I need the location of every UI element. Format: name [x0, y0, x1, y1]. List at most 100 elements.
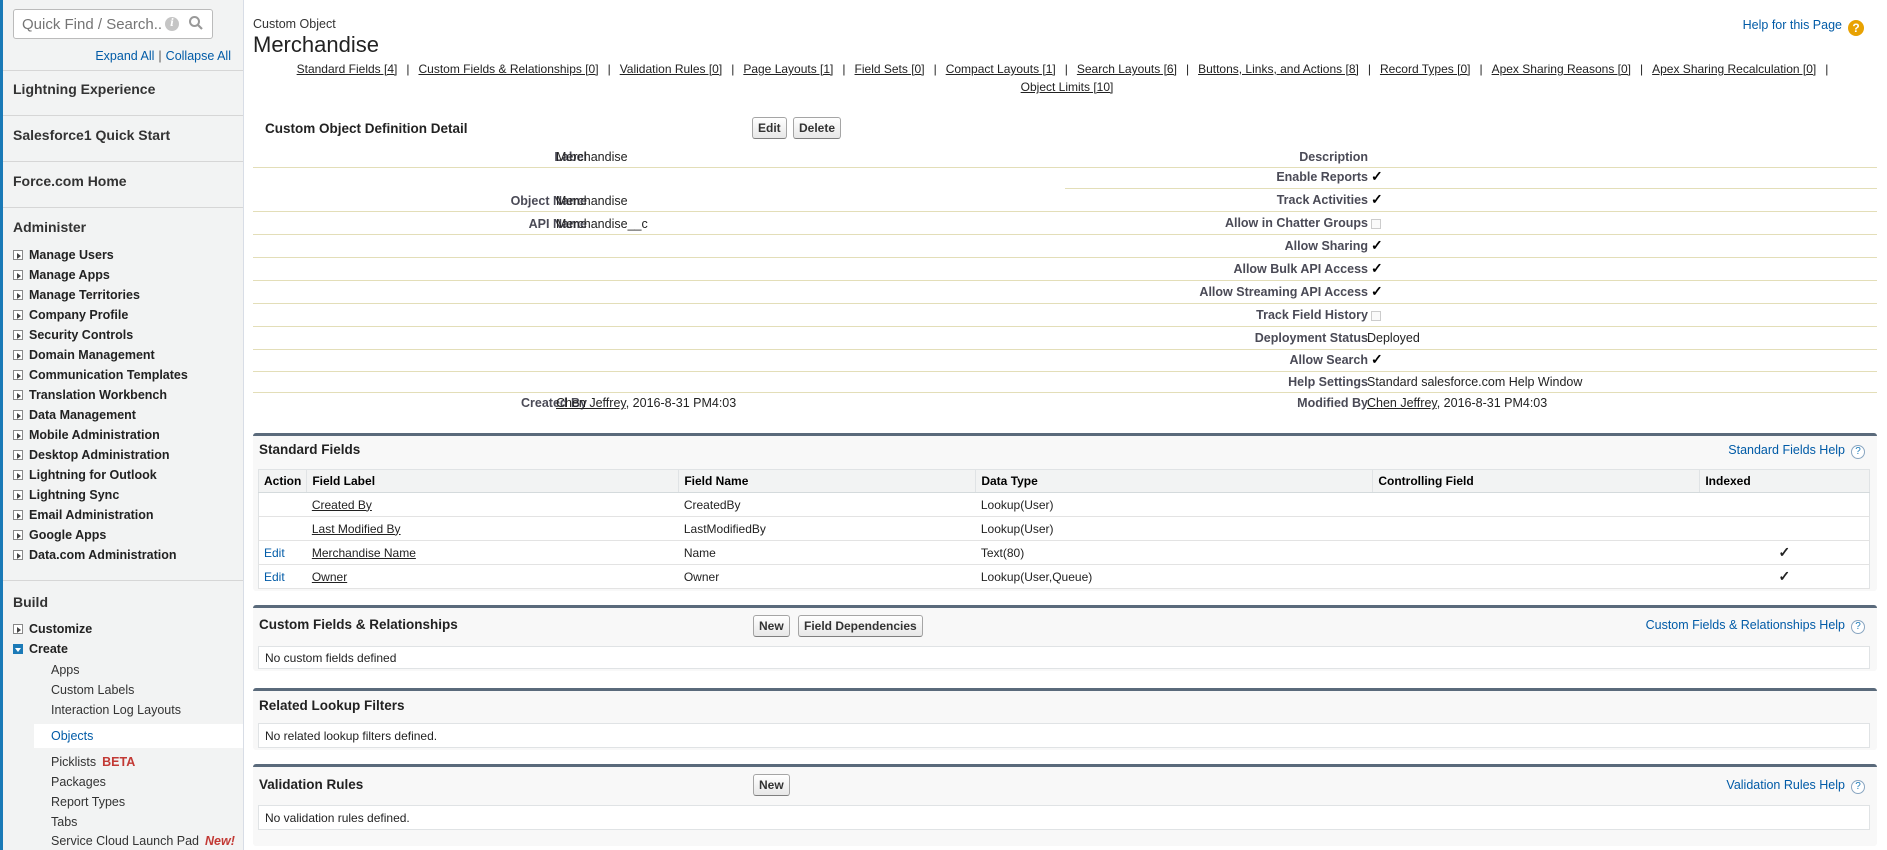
expand-icon[interactable]	[13, 270, 23, 280]
sidebar-item-manage-territories[interactable]: Manage Territories	[13, 288, 140, 302]
collapse-icon[interactable]	[13, 644, 23, 654]
row-action[interactable]: Edit	[258, 540, 307, 565]
help-for-this-page-link[interactable]: Help for this Page?	[1743, 18, 1864, 36]
expand-icon[interactable]	[13, 470, 23, 480]
row-action[interactable]	[258, 516, 307, 541]
sidebar-item-data-management[interactable]: Data Management	[13, 408, 136, 422]
link-buttons-links-actions[interactable]: Buttons, Links, and Actions [8]	[1198, 62, 1359, 76]
sidebar-lightning-experience[interactable]: Lightning Experience	[3, 81, 155, 97]
sidebar-item-desktop-administration[interactable]: Desktop Administration	[13, 448, 170, 462]
sidebar-item-google-apps[interactable]: Google Apps	[13, 528, 106, 542]
help-settings-label: Help Settings	[1288, 375, 1368, 389]
link-apex-sharing-reasons[interactable]: Apex Sharing Reasons [0]	[1492, 62, 1631, 76]
collapse-all-link[interactable]: Collapse All	[166, 49, 231, 63]
allow-sharing-check-icon: ✓	[1371, 237, 1383, 253]
validation-rules-help-link[interactable]: Validation Rules Help?	[1726, 778, 1865, 794]
link-page-layouts[interactable]: Page Layouts [1]	[743, 62, 833, 76]
expand-icon[interactable]	[13, 450, 23, 460]
custom-fields-help-link[interactable]: Custom Fields & Relationships Help?	[1646, 618, 1865, 634]
row-divider	[253, 303, 1877, 304]
sidebar-sub-objects[interactable]: Objects	[51, 729, 93, 743]
expand-icon[interactable]	[13, 550, 23, 560]
sidebar-item-create[interactable]: Create	[13, 642, 68, 656]
expand-icon[interactable]	[13, 624, 23, 634]
field-dependencies-button[interactable]: Field Dependencies	[798, 615, 923, 637]
expand-icon[interactable]	[13, 390, 23, 400]
expand-icon[interactable]	[13, 350, 23, 360]
field-label-link[interactable]: Owner	[312, 570, 347, 584]
standard-fields-help-link[interactable]: Standard Fields Help?	[1728, 443, 1865, 459]
expand-icon[interactable]	[13, 290, 23, 300]
row-divider	[253, 167, 1065, 168]
field-label-link[interactable]: Merchandise Name	[312, 546, 416, 560]
sidebar-item-security-controls[interactable]: Security Controls	[13, 328, 133, 342]
sidebar-sub-service-cloud-launch-pad[interactable]: Service Cloud Launch Pad New!	[51, 834, 235, 848]
sidebar-item-datacom-administration[interactable]: Data.com Administration	[13, 548, 176, 562]
field-label-link[interactable]: Last Modified By	[312, 522, 401, 536]
sidebar-sub-packages[interactable]: Packages	[51, 775, 106, 789]
divider	[3, 161, 243, 162]
sidebar-item-communication-templates[interactable]: Communication Templates	[13, 368, 188, 382]
row-field-label: Created By	[306, 492, 679, 517]
link-validation-rules[interactable]: Validation Rules [0]	[620, 62, 723, 76]
expand-icon[interactable]	[13, 250, 23, 260]
row-action[interactable]	[258, 492, 307, 517]
expand-icon[interactable]	[13, 490, 23, 500]
lookup-filters-title: Related Lookup Filters	[259, 698, 405, 713]
related-list-links: Standard Fields [4] | Custom Fields & Rela…	[296, 62, 1829, 94]
modified-by-user-link[interactable]: Chen Jeffrey	[1367, 396, 1437, 410]
row-divider	[253, 349, 1877, 350]
sidebar-salesforce1-quick-start[interactable]: Salesforce1 Quick Start	[3, 127, 170, 143]
sidebar-sub-report-types[interactable]: Report Types	[51, 795, 125, 809]
field-label-link[interactable]: Created By	[312, 498, 372, 512]
link-standard-fields[interactable]: Standard Fields [4]	[297, 62, 398, 76]
expand-icon[interactable]	[13, 370, 23, 380]
link-compact-layouts[interactable]: Compact Layouts [1]	[946, 62, 1056, 76]
delete-button[interactable]: Delete	[793, 117, 842, 139]
sidebar-item-manage-users[interactable]: Manage Users	[13, 248, 114, 262]
link-custom-fields-relationships[interactable]: Custom Fields & Relationships [0]	[418, 62, 598, 76]
expand-icon[interactable]	[13, 430, 23, 440]
new-validation-rule-button[interactable]: New	[753, 774, 790, 796]
expand-all-link[interactable]: Expand All	[95, 49, 154, 63]
sidebar-force-com-home[interactable]: Force.com Home	[3, 173, 127, 189]
link-search-layouts[interactable]: Search Layouts [6]	[1077, 62, 1177, 76]
row-divider	[253, 234, 1877, 235]
enable-reports-label: Enable Reports	[1276, 170, 1368, 184]
row-indexed: ✓	[1699, 540, 1870, 565]
expand-icon[interactable]	[13, 530, 23, 540]
created-by-user-link[interactable]: Chen Jeffrey	[556, 396, 626, 410]
edit-button[interactable]: Edit	[752, 117, 787, 139]
sidebar-item-translation-workbench[interactable]: Translation Workbench	[13, 388, 167, 402]
sidebar-item-mobile-administration[interactable]: Mobile Administration	[13, 428, 160, 442]
sidebar-item-email-administration[interactable]: Email Administration	[13, 508, 154, 522]
sidebar-sub-picklists[interactable]: Picklists BETA	[51, 755, 135, 769]
sidebar-item-customize[interactable]: Customize	[13, 622, 92, 636]
sidebar-sub-tabs[interactable]: Tabs	[51, 815, 77, 829]
link-object-limits[interactable]: Object Limits [10]	[1021, 80, 1114, 94]
sidebar-item-company-profile[interactable]: Company Profile	[13, 308, 128, 322]
search-icon[interactable]	[188, 15, 204, 34]
info-icon[interactable]: i	[165, 17, 179, 31]
quick-find-input[interactable]	[22, 11, 162, 37]
sidebar-sub-custom-labels[interactable]: Custom Labels	[51, 683, 134, 697]
expand-icon[interactable]	[13, 310, 23, 320]
link-record-types[interactable]: Record Types [0]	[1380, 62, 1471, 76]
row-action[interactable]: Edit	[258, 564, 307, 589]
help-icon[interactable]: ?	[1848, 20, 1864, 36]
new-custom-field-button[interactable]: New	[753, 615, 790, 637]
expand-icon[interactable]	[13, 330, 23, 340]
sidebar-item-manage-apps[interactable]: Manage Apps	[13, 268, 110, 282]
sidebar-item-lightning-for-outlook[interactable]: Lightning for Outlook	[13, 468, 157, 482]
row-field-name: LastModifiedBy	[678, 516, 976, 541]
sidebar-sub-interaction-log-layouts[interactable]: Interaction Log Layouts	[51, 703, 181, 717]
track-activities-label: Track Activities	[1276, 193, 1368, 207]
sidebar-item-lightning-sync[interactable]: Lightning Sync	[13, 488, 119, 502]
link-field-sets[interactable]: Field Sets [0]	[855, 62, 925, 76]
sidebar-item-domain-management[interactable]: Domain Management	[13, 348, 155, 362]
sidebar-sub-apps[interactable]: Apps	[51, 663, 80, 677]
expand-icon[interactable]	[13, 510, 23, 520]
validation-rules-title: Validation Rules	[259, 777, 364, 792]
expand-icon[interactable]	[13, 410, 23, 420]
link-apex-sharing-recalculation[interactable]: Apex Sharing Recalculation [0]	[1652, 62, 1816, 76]
